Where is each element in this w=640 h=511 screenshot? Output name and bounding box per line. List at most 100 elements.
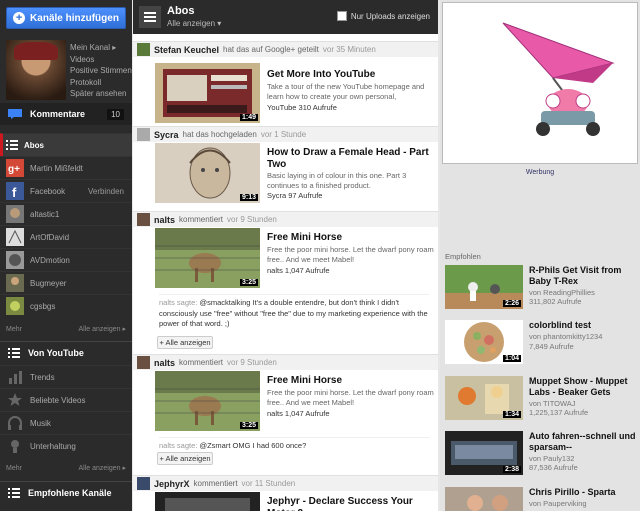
video-title[interactable]: How to Draw a Female Head - Part Two [267, 147, 435, 171]
video-title[interactable]: Jephyr - Declare Success Your Motor 2 [267, 496, 435, 511]
timestamp: vor 1 Stunde [260, 130, 307, 139]
list-icon [8, 487, 20, 498]
add-channels-button[interactable]: + Kanäle hinzufügen [6, 7, 126, 29]
add-channels-label: Kanäle hinzufügen [30, 12, 119, 24]
comments-section[interactable]: Kommentare 10 [0, 103, 132, 125]
recommended-thumbnail[interactable]: 2:26 [445, 265, 523, 309]
recommended-channels-section[interactable]: Empfohlene Kanäle [0, 481, 132, 503]
page-title: Abos [167, 5, 195, 17]
video-thumbnail[interactable] [155, 492, 260, 511]
ad-image [443, 3, 637, 163]
recommended-title[interactable]: R-Phils Get Visit from Baby T-Rex [529, 265, 639, 287]
recommended-title[interactable]: Chris Pirillo - Sparta [529, 487, 639, 498]
from-youtube-section[interactable]: Von YouTube [0, 341, 132, 363]
recommended-video[interactable]: Chris Pirillo - Sparta von Pauperviking [445, 487, 640, 511]
user-avatar[interactable] [137, 128, 150, 141]
recommended-views: 7,849 Aufrufe [529, 342, 574, 351]
feed-item: nalts kommentiert vor 9 Stunden 3:25 Fre… [133, 211, 438, 363]
sidebar-item-music[interactable]: Musik [0, 411, 132, 434]
video-description: Take a tour of the new YouTube homepage … [267, 82, 425, 101]
sidebar-item-label: cgsbgs [30, 301, 56, 311]
only-uploads-checkbox[interactable] [336, 11, 347, 21]
recommended-thumbnail[interactable]: 2:38 [445, 431, 523, 475]
recommended-channel[interactable]: von phantomkitty1234 [529, 332, 602, 341]
action-text: hat das hochgeladen [182, 130, 257, 139]
comment-author[interactable]: nalts sagte: [159, 298, 197, 307]
more-label[interactable]: Mehr [6, 465, 22, 472]
sidebar-item-popular[interactable]: Beliebte Videos [0, 388, 132, 411]
comment-author[interactable]: nalts sagte: [159, 441, 197, 450]
recommended-thumbnail[interactable]: 1:04 [445, 320, 523, 364]
show-all-comments-button[interactable]: + Alle anzeigen [157, 336, 213, 349]
user-name[interactable]: nalts [154, 358, 175, 368]
user-avatar[interactable] [137, 213, 150, 226]
sidebar-item-artofdavid[interactable]: ArtOfDavid [0, 225, 132, 248]
ad-banner[interactable] [442, 2, 638, 164]
recommended-video[interactable]: 1:04 colorblind test von phantomkitty123… [445, 320, 640, 365]
filter-dropdown[interactable]: Alle anzeigen ▾ [167, 19, 221, 28]
user-avatar[interactable] [137, 477, 150, 490]
recommended-channel[interactable]: von ReadingPhillies [529, 288, 595, 297]
video-title[interactable]: Free Mini Horse [267, 232, 435, 244]
feed-item-header: nalts kommentiert vor 9 Stunden [133, 211, 438, 227]
only-uploads-toggle[interactable]: Nur Uploads anzeigen [336, 11, 430, 21]
recommended-views: 87,536 Aufrufe [529, 463, 578, 472]
sidebar-item-trends[interactable]: Trends [0, 365, 132, 388]
profile-link-history[interactable]: Protokoll [70, 77, 132, 89]
profile-link-watch-later[interactable]: Später ansehen [70, 88, 132, 100]
from-youtube-label: Von YouTube [28, 347, 84, 358]
user-name[interactable]: JephyrX [154, 479, 190, 489]
profile-link-my-channel[interactable]: Mein Kanal ▸ [70, 42, 132, 54]
recommended-video[interactable]: 2:26 R-Phils Get Visit from Baby T-Rex v… [445, 265, 640, 310]
show-all-comments-button[interactable]: + Alle anzeigen [157, 452, 213, 465]
recommended-title[interactable]: colorblind test [529, 320, 639, 331]
show-all-link[interactable]: Alle anzeigen ▸ [79, 325, 127, 333]
sidebar-item-cgsbgs[interactable]: cgsbgs [0, 294, 132, 317]
recommended-video[interactable]: 2:38 Auto fahren--schnell und sparsam-- … [445, 431, 640, 476]
feed-item: nalts kommentiert vor 9 Stunden 3:25 Fre… [133, 354, 438, 469]
user-name[interactable]: nalts [154, 215, 175, 225]
sidebar-item-martin[interactable]: g+ Martin Mißfeldt [0, 156, 132, 179]
feed-menu-button[interactable] [139, 6, 161, 28]
recommended-channel[interactable]: von Pauly132 [529, 454, 574, 463]
sidebar-item-label: ArtOfDavid [30, 232, 70, 242]
recommended-views: 311,802 Aufrufe [529, 297, 582, 306]
video-thumbnail[interactable]: 3:25 [155, 371, 260, 431]
video-title[interactable]: Get More Into YouTube [267, 69, 435, 81]
duration-badge: 2:38 [502, 466, 521, 473]
sidebar-item-entertainment[interactable]: Unterhaltung [0, 434, 132, 457]
recommended-channel[interactable]: von Pauperviking [529, 499, 587, 508]
profile-link-likes[interactable]: Positive Stimmen [70, 65, 132, 77]
recommended-video[interactable]: 1:34 Muppet Show - Muppet Labs - Beaker … [445, 376, 640, 421]
sidebar-item-altastic1[interactable]: altastic1 [0, 202, 132, 225]
recommended-channel[interactable]: von TITOWAJ [529, 399, 576, 408]
user-avatar[interactable] [137, 43, 150, 56]
user-name[interactable]: Sycra [154, 130, 179, 140]
sidebar-item-avdmotion[interactable]: AVDmotion [0, 248, 132, 271]
show-all-link[interactable]: Alle anzeigen ▸ [79, 464, 127, 472]
video-title[interactable]: Free Mini Horse [267, 375, 435, 387]
recommended-title[interactable]: Muppet Show - Muppet Labs - Beaker Gets [529, 376, 639, 398]
user-avatar[interactable] [137, 356, 150, 369]
connect-link[interactable]: Verbinden [88, 187, 124, 196]
video-thumbnail[interactable]: 1:49 [155, 63, 260, 123]
sidebar-item-bugmeyer[interactable]: Bugmeyer [0, 271, 132, 294]
sidebar-item-label: Facebook [30, 186, 66, 196]
sidebar-item-abos[interactable]: Abos [0, 133, 132, 156]
video-thumbnail[interactable]: 9:13 [155, 143, 260, 203]
more-label[interactable]: Mehr [6, 326, 22, 333]
action-text: kommentiert [193, 479, 238, 488]
video-meta: nalts 1,047 Aufrufe [267, 266, 330, 275]
feed-item-header: nalts kommentiert vor 9 Stunden [133, 354, 438, 370]
avatar[interactable] [6, 40, 66, 100]
user-name[interactable]: Stefan Keuchel [154, 45, 219, 55]
recommended-thumbnail[interactable]: 1:34 [445, 376, 523, 420]
recommended-thumbnail[interactable] [445, 487, 523, 511]
headphones-icon [8, 416, 22, 430]
recommended-title[interactable]: Auto fahren--schnell und sparsam-- [529, 431, 639, 453]
video-thumbnail[interactable]: 3:25 [155, 228, 260, 288]
sidebar-item-facebook[interactable]: f Facebook Verbinden [0, 179, 132, 202]
profile-link-videos[interactable]: Videos [70, 54, 132, 66]
star-icon [8, 393, 22, 406]
channel-avatar-icon [6, 205, 24, 223]
